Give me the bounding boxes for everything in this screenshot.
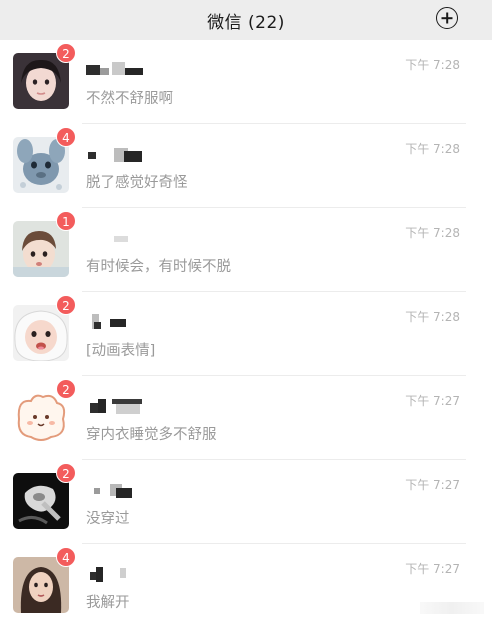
message-preview: 我解开 [86,595,130,611]
unread-badge: 4 [56,127,76,147]
contact-name-redacted [86,564,166,582]
chat-row[interactable]: 1 下午 7:28 有时候会，有时候不脱 [0,208,492,292]
unread-badge: 2 [56,379,76,399]
plus-circle-icon[interactable] [436,7,458,29]
message-preview: 有时候会，有时候不脱 [86,259,231,275]
message-time: 下午 7:27 [405,394,460,408]
contact-name-redacted [86,312,166,330]
contact-name-redacted [86,144,166,162]
watermark [420,602,484,614]
chat-row[interactable]: 4 下午 7:27 我解开 [0,544,492,628]
message-preview: 不然不舒服啊 [86,91,173,107]
unread-badge: 2 [56,295,76,315]
chat-row[interactable]: 2 下午 7:28 [动画表情] [0,292,492,376]
chat-row[interactable]: 2 下午 7:27 穿内衣睡觉多不舒服 [0,376,492,460]
contact-name-redacted [86,228,166,246]
message-preview: 脱了感觉好奇怪 [86,175,188,191]
contact-name-redacted [86,480,166,498]
unread-badge: 2 [56,463,76,483]
message-preview: [动画表情] [86,343,156,359]
message-time: 下午 7:28 [405,142,460,156]
wechat-chat-list-screen: 微信 (22) 2 下午 7:28 不然不舒服啊 4 下午 7:28 脱了感觉好… [0,0,492,618]
chat-row[interactable]: 2 下午 7:28 不然不舒服啊 [0,40,492,124]
message-time: 下午 7:28 [405,310,460,324]
contact-name-redacted [86,60,166,78]
message-time: 下午 7:27 [405,478,460,492]
chat-row[interactable]: 4 下午 7:28 脱了感觉好奇怪 [0,124,492,208]
contact-name-redacted [86,396,166,414]
unread-badge: 1 [56,211,76,231]
nav-bar: 微信 (22) [0,0,492,40]
message-time: 下午 7:27 [405,562,460,576]
unread-badge: 2 [56,43,76,63]
message-time: 下午 7:28 [405,58,460,72]
message-preview: 没穿过 [86,511,130,527]
message-time: 下午 7:28 [405,226,460,240]
chat-list: 2 下午 7:28 不然不舒服啊 4 下午 7:28 脱了感觉好奇怪 1 下午 … [0,40,492,628]
unread-badge: 4 [56,547,76,567]
message-preview: 穿内衣睡觉多不舒服 [86,427,217,443]
page-title: 微信 (22) [207,12,285,33]
chat-row[interactable]: 2 下午 7:27 没穿过 [0,460,492,544]
